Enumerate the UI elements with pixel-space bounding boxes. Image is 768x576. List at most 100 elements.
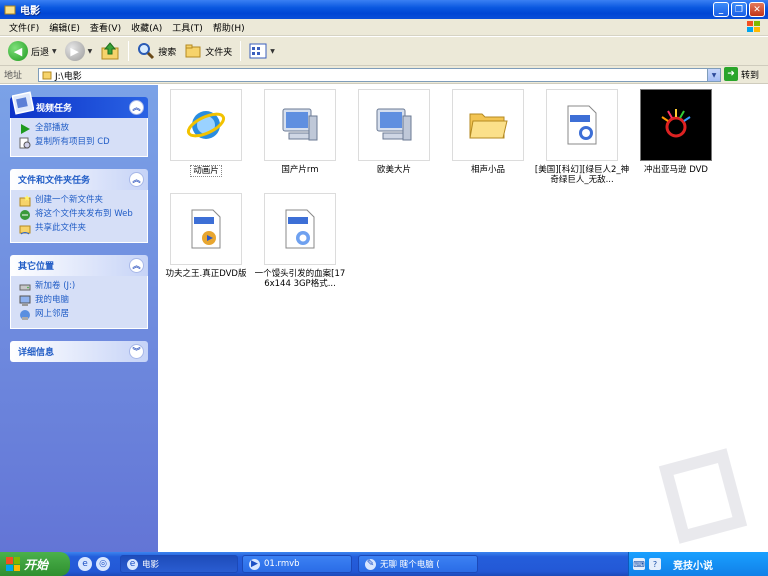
details-panel: 详细信息 ︾ — [10, 341, 148, 362]
collapse-icon[interactable]: ︽ — [129, 172, 144, 187]
player-task-icon: ▶ — [249, 558, 260, 570]
taskbar: 开始 e ◎ e 电影 ▶ 01.rmvb ✎ 无聊 瞎个电脑 ( ⌨ ? 竞技… — [0, 552, 768, 576]
taskbar-item-player[interactable]: ▶ 01.rmvb — [242, 555, 352, 573]
copy-to-cd-link[interactable]: 复制所有项目到 CD — [19, 137, 141, 149]
file-item[interactable]: 国产片rm — [252, 89, 348, 175]
other-places-title: 其它位置 — [18, 262, 55, 272]
views-icon — [249, 43, 267, 59]
window-title: 电影 — [20, 6, 40, 17]
publish-web-label: 将这个文件夹发布到 Web — [35, 209, 133, 219]
address-dropdown-icon[interactable]: ▼ — [707, 69, 720, 81]
file-tasks-header[interactable]: 文件和文件夹任务 ︽ — [10, 169, 148, 190]
drive-j-link[interactable]: 新加卷 (J:) — [19, 281, 141, 293]
my-computer-link[interactable]: 我的电脑 — [19, 295, 141, 307]
file-item[interactable]: 欧美大片 — [346, 89, 442, 175]
file-item[interactable]: 功夫之王.真正DVD版 — [158, 193, 254, 279]
play-icon — [21, 124, 30, 134]
task-label: 01.rmvb — [264, 559, 300, 569]
details-title: 详细信息 — [18, 348, 55, 358]
file-item[interactable]: [美国][科幻][绿巨人2_神奇绿巨人_无敌... — [534, 89, 630, 185]
system-tray: ⌨ ? 竞技小说 — [628, 552, 768, 576]
windows-flag-icon — [6, 557, 20, 571]
quick-launch: e ◎ — [78, 557, 110, 571]
file-thumbnail — [170, 193, 242, 265]
file-name: 冲出亚马逊 DVD — [644, 165, 708, 175]
file-view: 动画片 国产片rm 欧美大片 相声小品 [美国][科幻][绿巨人2_神奇绿巨人_… — [158, 85, 768, 552]
file-thumbnail — [264, 89, 336, 161]
menu-edit[interactable]: 编辑(E) — [44, 21, 85, 34]
menu-favorites[interactable]: 收藏(A) — [126, 21, 167, 34]
views-button[interactable]: ▼ — [245, 39, 279, 63]
video-tasks-header[interactable]: 视频任务 ︽ — [10, 91, 148, 118]
menu-file[interactable]: 文件(F) — [4, 21, 44, 34]
menu-help[interactable]: 帮助(H) — [208, 21, 250, 34]
collapse-icon[interactable]: ︽ — [129, 100, 144, 115]
real-file-icon — [567, 105, 597, 145]
ie-quicklaunch-icon[interactable]: e — [78, 557, 92, 571]
play-all-link[interactable]: 全部播放 — [19, 123, 141, 135]
computer-icon — [282, 108, 318, 141]
close-button[interactable]: ✕ — [749, 2, 765, 17]
file-name: 相声小品 — [470, 165, 505, 175]
menu-tools[interactable]: 工具(T) — [167, 21, 208, 34]
taskbar-item-explorer[interactable]: e 电影 — [120, 555, 238, 573]
forward-button[interactable]: ▶ ▼ — [61, 39, 97, 63]
ie-globe-icon — [186, 111, 226, 139]
up-button[interactable] — [96, 39, 124, 63]
taskbar-item-chat[interactable]: ✎ 无聊 瞎个电脑 ( — [358, 555, 478, 573]
explorer-task-icon: e — [127, 558, 138, 570]
qt-file-icon — [285, 209, 315, 249]
minimize-button[interactable]: _ — [713, 2, 729, 17]
expand-icon[interactable]: ︾ — [129, 344, 144, 359]
other-places-body: 新加卷 (J:) 我的电脑 网上邻居 — [10, 276, 148, 329]
network-places-label: 网上邻居 — [35, 309, 70, 319]
go-arrow-icon: ➜ — [724, 67, 738, 81]
maximize-button[interactable]: ❐ — [731, 2, 747, 17]
task-label: 无聊 瞎个电脑 ( — [380, 560, 440, 570]
views-dropdown-icon[interactable]: ▼ — [270, 48, 275, 55]
search-button[interactable]: 搜索 — [133, 39, 180, 63]
share-folder-label: 共享此文件夹 — [35, 223, 87, 233]
new-folder-link[interactable]: 创建一个新文件夹 — [19, 195, 141, 207]
address-input[interactable]: J:\电影 ▼ — [38, 68, 721, 82]
other-places-header[interactable]: 其它位置 ︽ — [10, 255, 148, 276]
menu-view[interactable]: 查看(V) — [85, 21, 126, 34]
title-bar: 电影 _ ❐ ✕ — [0, 0, 768, 19]
task-label: 电影 — [142, 560, 160, 570]
go-button[interactable]: ➜ 转到 — [724, 67, 759, 81]
folder-icon — [469, 113, 508, 139]
back-button[interactable]: ◀ 后退 ▼ — [4, 39, 61, 63]
copy-to-cd-icon — [19, 137, 31, 149]
file-thumbnail — [452, 89, 524, 161]
file-item[interactable]: 一个馒头引发的血案[176x144 3GP格式... — [252, 193, 348, 289]
forward-dropdown-icon[interactable]: ▼ — [88, 48, 93, 55]
computer-icon — [376, 108, 412, 141]
windows-logo-icon — [747, 21, 760, 32]
address-label: 地址 — [4, 71, 23, 81]
folder-small-icon — [42, 71, 52, 80]
back-dropdown-icon[interactable]: ▼ — [52, 48, 57, 55]
file-item[interactable]: 动画片 — [158, 89, 254, 177]
video-tasks-title: 视频任务 — [36, 104, 73, 114]
network-places-link[interactable]: 网上邻居 — [19, 309, 141, 321]
file-item[interactable]: 冲出亚马逊 DVD — [628, 89, 724, 175]
details-header[interactable]: 详细信息 ︾ — [10, 341, 148, 362]
folders-button[interactable]: 文件夹 — [180, 39, 236, 63]
file-item[interactable]: 相声小品 — [440, 89, 536, 175]
file-name: 国产片rm — [281, 165, 319, 175]
search-icon — [138, 43, 155, 60]
keyboard-tray-icon[interactable]: ⌨ — [633, 558, 645, 570]
publish-web-icon — [20, 210, 30, 220]
collapse-icon[interactable]: ︽ — [129, 258, 144, 273]
media-quicklaunch-icon[interactable]: ◎ — [96, 557, 110, 571]
publish-web-link[interactable]: 将这个文件夹发布到 Web — [19, 209, 141, 221]
file-tasks-title: 文件和文件夹任务 — [18, 176, 91, 186]
help-tray-icon[interactable]: ? — [649, 558, 661, 570]
share-folder-link[interactable]: 共享此文件夹 — [19, 223, 141, 235]
film-watermark-icon — [658, 448, 748, 544]
drive-icon — [19, 284, 31, 291]
start-button[interactable]: 开始 — [0, 552, 70, 576]
address-bar: 地址 J:\电影 ▼ ➜ 转到 — [0, 66, 768, 84]
file-thumbnail — [358, 89, 430, 161]
drive-j-label: 新加卷 (J:) — [35, 281, 76, 291]
